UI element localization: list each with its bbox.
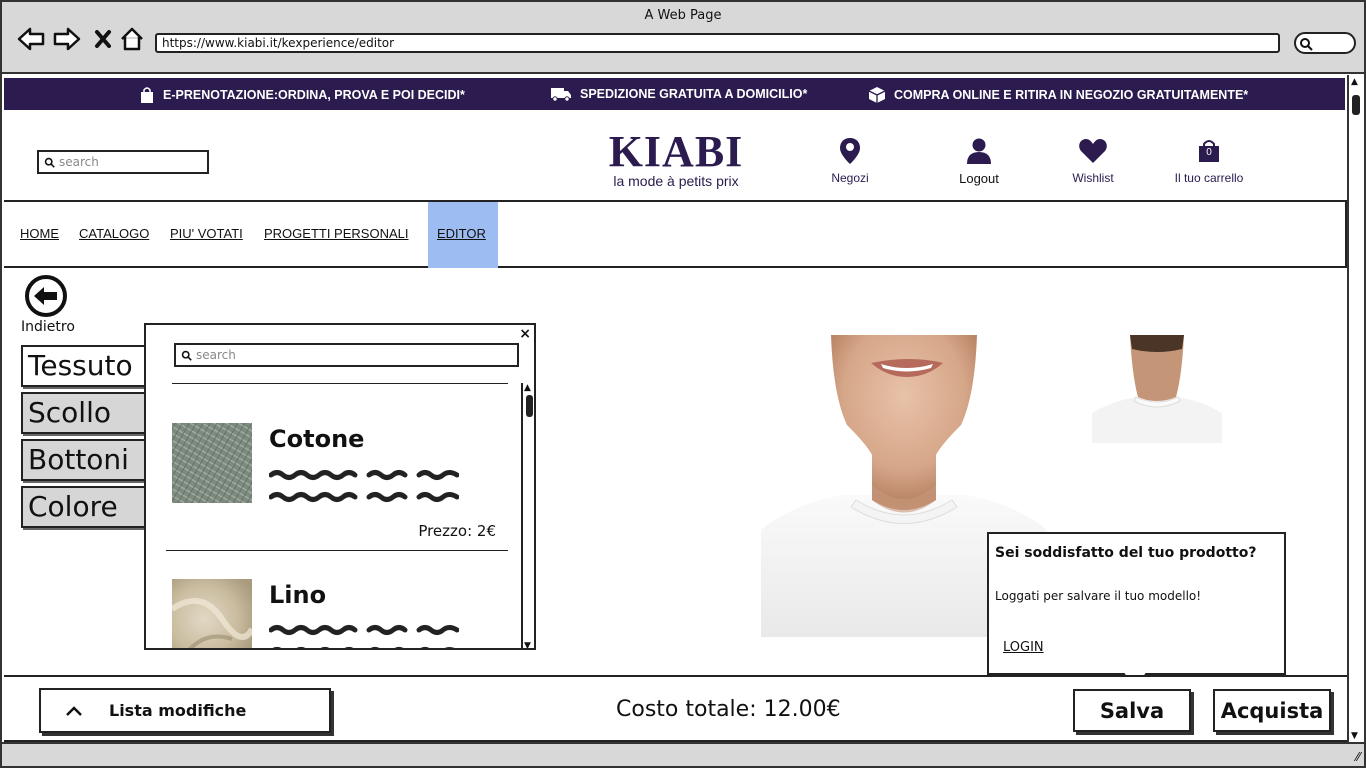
fabric-search-input[interactable]: search [174,343,519,367]
description-placeholder-scribble [269,470,459,480]
logout-link[interactable]: Logout [955,135,1003,186]
scroll-up-icon[interactable]: ▲ [1351,77,1358,87]
site-search-input[interactable]: search [37,150,209,174]
url-input[interactable]: https://www.kiabi.it/kexperience/editor [155,33,1280,53]
map-pin-icon [828,135,872,167]
modifications-list-label: Lista modifiche [109,701,247,720]
product-preview-back-image [1092,335,1222,443]
chevron-up-icon [66,705,82,716]
stop-x-icon[interactable] [88,24,118,54]
browser-window: A Web Page https://www.kiabi.it/kexperie… [0,0,1366,768]
search-icon [44,157,55,168]
back-arrow-icon [34,287,57,305]
cart-bag-icon: 0 [1170,135,1248,167]
scroll-down-icon[interactable]: ▼ [1351,731,1358,741]
description-placeholder-scribble [269,492,459,502]
stores-link[interactable]: Negozi [828,135,872,185]
truck-icon [551,88,571,102]
browser-toolbar: A Web Page https://www.kiabi.it/kexperie… [2,2,1364,74]
wishlist-label: Wishlist [1072,171,1114,185]
save-button[interactable]: Salva [1073,689,1191,732]
cart-label: Il tuo carrello [1174,171,1244,185]
brand-tagline: la mode à petits prix [613,173,739,189]
nav-catalogo[interactable]: CATALOGO [79,226,149,241]
scroll-down-icon[interactable]: ▼ [524,641,531,648]
cart-link[interactable]: 0 Il tuo carrello [1170,135,1248,185]
nav-editor[interactable]: EDITOR [437,226,486,241]
browser-search-input[interactable] [1294,32,1356,54]
promo-text: COMPRA ONLINE E RITIRA IN NEGOZIO GRATUI… [894,88,1249,102]
fabric-price: Prezzo: 2€ [418,522,496,540]
window-title: A Web Page [644,8,722,23]
scrollbar-thumb[interactable] [526,395,533,417]
nav-piu-votati[interactable]: PIU' VOTATI [170,226,243,241]
option-tab-bottoni[interactable]: Bottoni [21,439,151,481]
option-tab-colore[interactable]: Colore [21,486,151,528]
linen-fabric-swatch [172,579,252,648]
kiabi-logo[interactable]: KIABI la mode à petits prix [600,127,752,189]
tooltip-message: Loggati per salvare il tuo modello! [995,589,1202,603]
back-label: Indietro [21,319,75,335]
option-tab-tessuto[interactable]: Tessuto [21,345,151,387]
divider [172,383,508,384]
tooltip-title: Sei soddisfatto del tuo prodotto? [995,545,1257,561]
user-icon [955,135,1003,167]
back-arrow-icon[interactable] [16,24,46,54]
back-button[interactable] [25,275,67,317]
description-placeholder-scribble [269,625,459,635]
promo-banner: E-PRENOTAZIONE:ORDINA, PROVA E POI DECID… [4,78,1345,110]
wishlist-link[interactable]: Wishlist [1068,135,1118,185]
main-nav: HOME CATALOGO PIU' VOTATI PROGETTI PERSO… [4,200,1347,268]
scrollbar-thumb[interactable] [1352,95,1360,115]
total-cost: Costo totale: 12.00€ [616,697,841,722]
promo-item-reservation[interactable]: E-PRENOTAZIONE:ORDINA, PROVA E POI DECID… [139,86,465,104]
fabric-list-scrollbar[interactable]: ▲ ▼ [521,383,534,648]
divider [166,550,508,551]
browser-status-bar: ⁄⁄ [2,742,1364,766]
cotton-fabric-swatch [172,423,252,503]
home-icon[interactable] [117,24,147,54]
logout-label: Logout [959,171,999,186]
stores-label: Negozi [831,171,869,185]
editor-footer: Lista modifiche Costo totale: 12.00€ Sal… [4,675,1347,742]
scroll-up-icon[interactable]: ▲ [524,383,531,393]
page-scrollbar[interactable]: ▲ ▼ [1347,75,1364,743]
package-icon [868,87,886,103]
forward-arrow-icon[interactable] [52,24,82,54]
shopping-bag-icon [141,87,153,103]
promo-item-pickup[interactable]: COMPRA ONLINE E RITIRA IN NEGOZIO GRATUI… [868,86,1248,104]
close-icon[interactable]: × [519,326,531,342]
promo-text: SPEDIZIONE GRATUITA A DOMICILIO* [580,87,808,101]
search-placeholder: search [196,348,236,362]
buy-button[interactable]: Acquista [1213,689,1331,732]
modifications-list-button[interactable]: Lista modifiche [39,688,331,733]
heart-icon [1068,135,1118,167]
fabric-popup: × search ▲ ▼ Cotone Prezzo: 2€ Lino [144,323,536,650]
fabric-name: Cotone [269,425,365,453]
nav-home[interactable]: HOME [20,226,59,241]
promo-text: E-PRENOTAZIONE:ORDINA, PROVA E POI DECID… [163,88,465,102]
search-icon [181,350,192,361]
save-prompt-tooltip: Sei soddisfatto del tuo prodotto? Loggat… [987,532,1286,675]
nav-progetti-personali[interactable]: PROGETTI PERSONALI [264,226,408,241]
login-link[interactable]: LOGIN [1003,640,1044,655]
resize-grip-icon[interactable]: ⁄⁄ [1356,750,1360,764]
cart-count: 0 [1206,147,1212,158]
search-placeholder: search [59,155,99,169]
fabric-name: Lino [269,581,327,609]
description-placeholder-scribble [272,647,455,648]
brand-name: KIABI [608,127,744,176]
promo-item-shipping[interactable]: SPEDIZIONE GRATUITA A DOMICILIO* [550,86,807,102]
option-tab-scollo[interactable]: Scollo [21,392,151,434]
search-icon [1300,38,1313,51]
